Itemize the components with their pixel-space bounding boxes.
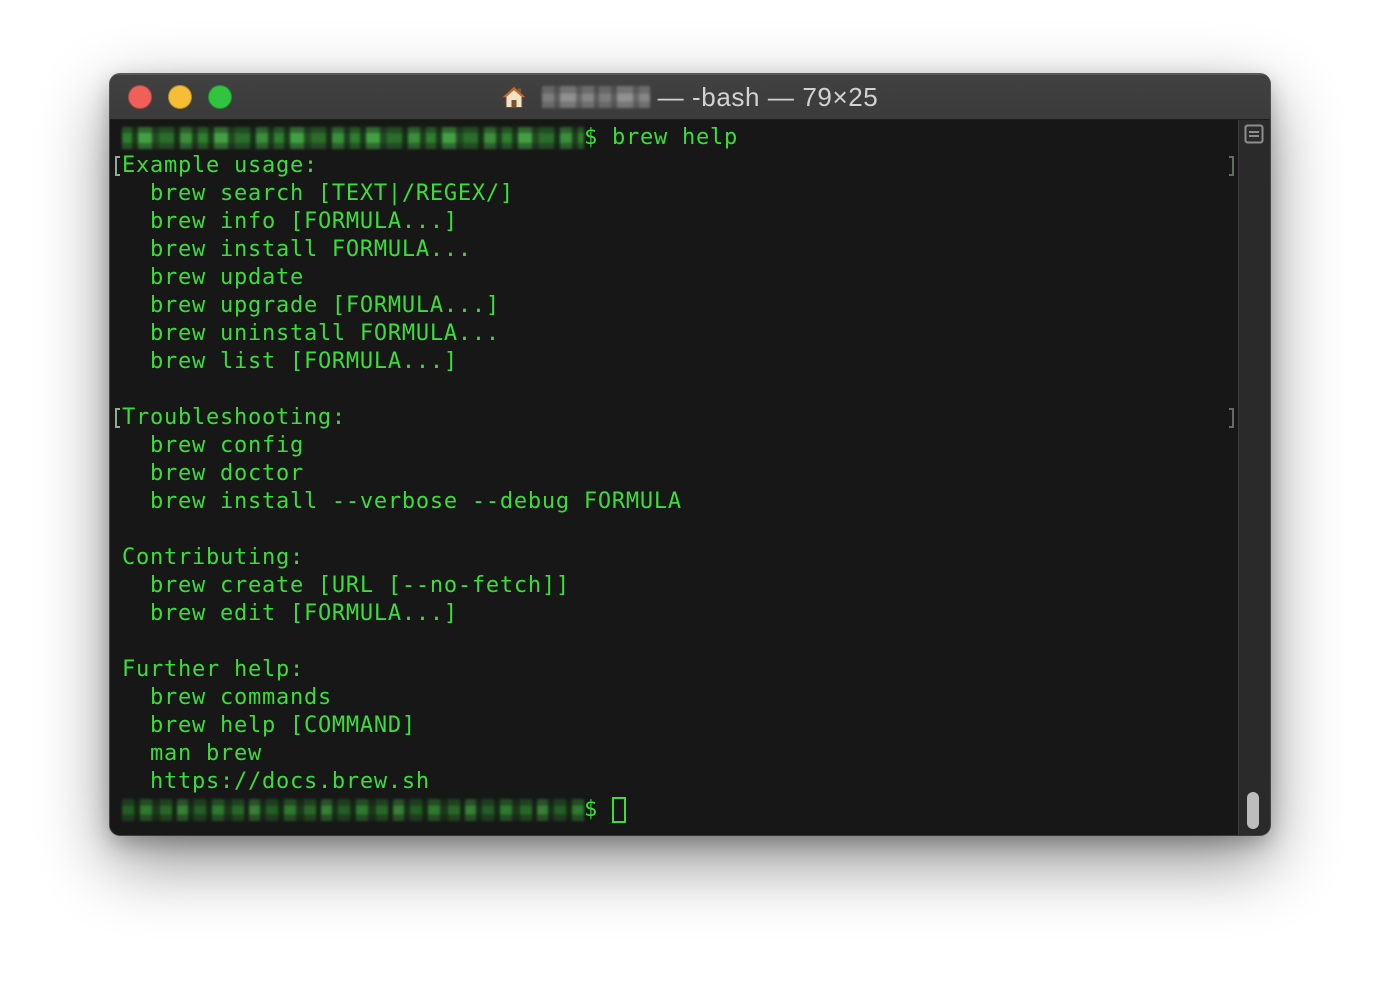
help-command-line: brew uninstall FORMULA...: [150, 321, 500, 346]
section-heading: Example usage:: [122, 153, 318, 178]
help-command-line: brew install FORMULA...: [150, 237, 472, 262]
text-cursor: [612, 797, 626, 823]
mark-bracket-right: [1229, 156, 1234, 176]
window-title: — -bash — 79×25: [110, 74, 1270, 120]
help-command-line: brew install --verbose --debug FORMULA: [150, 489, 682, 514]
section-heading: Troubleshooting:: [122, 405, 346, 430]
help-command-line: brew doctor: [150, 461, 304, 486]
section-heading-line: Example usage:: [115, 152, 1238, 180]
terminal-content[interactable]: $ brew help Example usage: brew search [T…: [110, 120, 1238, 835]
help-command-line: brew edit [FORMULA...]: [150, 601, 458, 626]
terminal-window: — -bash — 79×25 $ brew help Example usage…: [110, 74, 1270, 835]
prompt-symbol: $: [584, 797, 598, 822]
help-command-line: brew info [FORMULA...]: [150, 209, 458, 234]
docs-url-line: https://docs.brew.sh: [150, 769, 430, 794]
house-icon: [501, 86, 526, 108]
title-text: — -bash — 79×25: [657, 81, 879, 112]
section-heading: Contributing:: [122, 545, 304, 570]
scroll-thumb[interactable]: [1247, 792, 1259, 829]
redacted-prompt: [122, 799, 584, 821]
help-command-line: brew upgrade [FORMULA...]: [150, 293, 500, 318]
vertical-scrollbar[interactable]: [1238, 120, 1270, 835]
redacted-prompt: [122, 127, 584, 149]
help-command-line: brew help [COMMAND]: [150, 713, 416, 738]
help-command-line: brew list [FORMULA...]: [150, 349, 458, 374]
prompt-symbol: $: [584, 125, 598, 150]
help-command-line: brew config: [150, 433, 304, 458]
mark-bracket-left: [115, 408, 120, 428]
command-text: brew help: [612, 125, 738, 150]
section-heading: Further help:: [122, 657, 304, 682]
split-pane-icon[interactable]: [1244, 124, 1264, 144]
help-command-line: brew search [TEXT|/REGEX/]: [150, 181, 514, 206]
help-command-line: man brew: [150, 741, 262, 766]
redacted-username: [541, 86, 650, 108]
title-bar[interactable]: — -bash — 79×25: [110, 74, 1270, 120]
prompt-line: $ brew help: [122, 124, 1238, 152]
help-command-line: brew create [URL [--no-fetch]]: [150, 573, 570, 598]
mark-bracket-right: [1229, 408, 1234, 428]
terminal-lines: $ brew help Example usage: brew search [T…: [115, 124, 1238, 824]
active-prompt-line[interactable]: $: [122, 796, 1238, 824]
help-command-line: brew update: [150, 265, 304, 290]
mark-bracket-left: [115, 156, 120, 176]
section-heading-line: Troubleshooting:: [115, 404, 1238, 432]
help-command-line: brew commands: [150, 685, 332, 710]
